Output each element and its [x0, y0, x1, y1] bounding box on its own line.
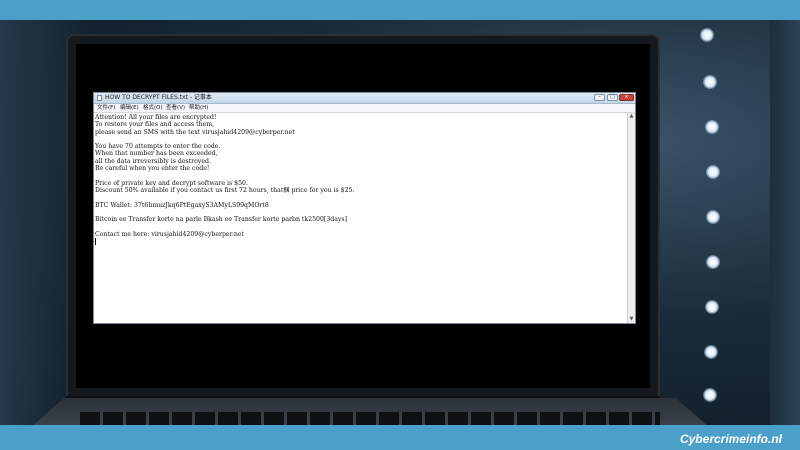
server-light — [704, 345, 718, 359]
vertical-scrollbar[interactable]: ▲ ▼ — [627, 113, 635, 323]
note-line: To restore your files and access them, — [95, 121, 215, 129]
top-accent-band — [0, 0, 800, 20]
note-line: You have 70 attempts to enter the code. — [95, 143, 221, 151]
minimize-icon[interactable]: – — [594, 94, 605, 101]
text-caret — [95, 238, 96, 246]
note-line: all the data irreversibly is destroyed. — [95, 157, 211, 165]
close-icon[interactable]: × — [619, 94, 634, 101]
server-light — [706, 255, 720, 269]
note-line: please send an SMS with the text virusja… — [95, 128, 295, 136]
watermark-text: Cybercrimeinfo.nl — [679, 432, 782, 446]
menu-bar: 文件(F) 编辑(E) 格式(O) 查看(V) 帮助(H) — [94, 104, 635, 113]
window-title: HOW TO DECRYPT FILES.txt - 记事本 — [105, 94, 212, 101]
note-line: BTC Wallet: 37t6hmuzJkq6PtEgaxyS3AMyLS99… — [95, 201, 269, 209]
server-light — [703, 388, 717, 402]
server-light — [703, 75, 717, 89]
menu-format[interactable]: 格式(O) — [143, 104, 163, 112]
note-line — [95, 172, 626, 179]
menu-help[interactable]: 帮助(H) — [189, 104, 208, 112]
note-line — [95, 194, 626, 201]
note-line: When that number has been exceeded, — [95, 150, 218, 158]
note-line: Bitcoin ee Transfer korte na parle Bkash… — [95, 216, 347, 224]
window-titlebar[interactable]: HOW TO DECRYPT FILES.txt - 记事本 – □ × — [94, 93, 635, 104]
note-line — [95, 209, 626, 216]
server-light — [705, 120, 719, 134]
note-line: Discount 50% available if you contact us… — [95, 186, 355, 194]
server-light — [705, 300, 719, 314]
text-caret-line — [95, 238, 626, 246]
menu-edit[interactable]: 编辑(E) — [120, 104, 139, 112]
scroll-down-icon[interactable]: ▼ — [628, 316, 635, 323]
note-line: Contact me here: virusjahid4209@cyberper… — [95, 230, 244, 238]
note-line — [95, 136, 626, 143]
server-rack — [770, 20, 800, 425]
scroll-up-icon[interactable]: ▲ — [628, 113, 635, 120]
server-light — [706, 210, 720, 224]
note-line — [95, 223, 626, 230]
notepad-window: HOW TO DECRYPT FILES.txt - 记事本 – □ × 文件(… — [93, 92, 636, 324]
note-line: Attention! All your files are encrypted! — [95, 114, 217, 121]
menu-file[interactable]: 文件(F) — [97, 104, 115, 112]
server-light — [700, 28, 714, 42]
notepad-icon — [97, 95, 102, 101]
note-line: Price of private key and decrypt softwar… — [95, 179, 248, 187]
note-line: Be careful when you enter the code! — [95, 165, 210, 173]
laptop-keys — [80, 412, 660, 425]
menu-view[interactable]: 查看(V) — [166, 104, 185, 112]
maximize-icon[interactable]: □ — [607, 94, 618, 101]
note-text-area[interactable]: Attention! All your files are encrypted!… — [95, 114, 626, 322]
bottom-accent-band: Cybercrimeinfo.nl — [0, 425, 800, 450]
server-light — [706, 165, 720, 179]
